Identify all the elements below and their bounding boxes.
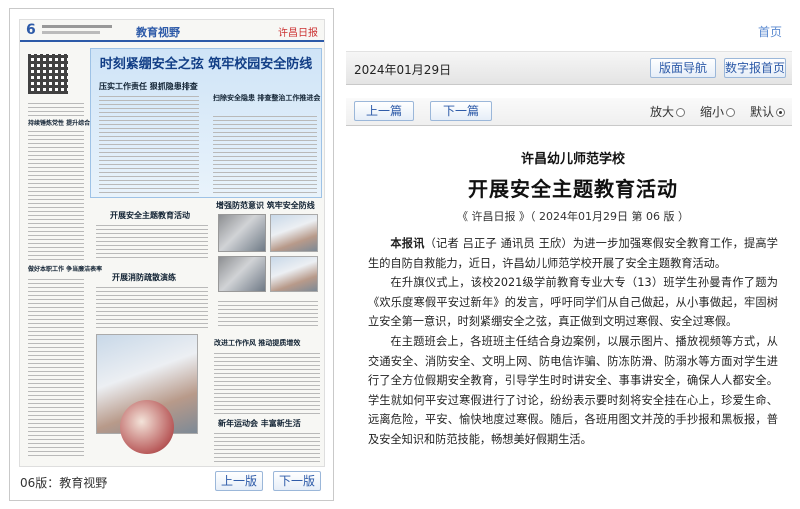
thumbnail-headline: 开展消防疏散演练: [112, 272, 176, 282]
thumbnail-photo: [120, 400, 174, 454]
text-block: [96, 286, 208, 328]
lead-label: 本报讯: [390, 237, 425, 250]
thumbnail-headline: 改进工作作风 推动提质增效: [214, 338, 301, 347]
radio-icon[interactable]: [776, 108, 786, 117]
layout-nav-button[interactable]: 版面导航: [650, 58, 716, 78]
article-source: 《 许昌日报 》（ 2024年01月29日 第 06 版 ）: [457, 210, 689, 223]
article-paragraph: 在主题班会上，各班班主任结合身边案例，以展示图片、播放视频等方式，从交通安全、消…: [368, 334, 778, 446]
newspaper-page-thumbnail[interactable]: 6 教育视野 许昌日报 持续锤炼党性 提升综合素质 做好本职工作 争当廉洁表率 …: [19, 19, 325, 467]
zoom-out-option[interactable]: 缩小: [700, 103, 736, 120]
text-block: [218, 298, 318, 326]
text-block: [96, 224, 208, 258]
radio-icon[interactable]: [726, 108, 736, 117]
paper-logo: 许昌日报: [278, 28, 318, 39]
text-block: [28, 276, 84, 456]
date-toolbar: 2024年01月29日 版面导航 数字报首页: [346, 51, 792, 85]
article-paragraph: 本报讯（记者 吕正子 通讯员 王欣）为进一步加强寒假安全教育工作，提高学生的自防…: [368, 234, 778, 273]
zoom-out-label: 缩小: [700, 105, 725, 119]
thumbnail-photo: [218, 256, 266, 292]
article-toolbar: 上一篇 下一篇 放大 缩小 默认: [346, 98, 792, 126]
zoom-default-label: 默认: [750, 105, 775, 119]
zoom-default-option[interactable]: 默认: [750, 103, 786, 120]
article-body: 本报讯（记者 吕正子 通讯员 王欣）为进一步加强寒假安全教育工作，提高学生的自防…: [368, 234, 778, 450]
paragraph-text: （记者 吕正子 通讯员 王欣）为进一步加强寒假安全教育工作，提高学生的自防自救能…: [368, 237, 778, 270]
thumbnail-masthead: 6 教育视野 许昌日报: [20, 20, 324, 42]
issue-date: 2024年01月29日: [354, 63, 452, 77]
thumbnail-banner: 时刻紧绷安全之弦 筑牢校园安全防线 压实工作责任 狠抓隐患排查 扫除安全隐患 排…: [90, 48, 322, 198]
thumbnail-photo: [218, 214, 266, 252]
thumbnail-headline: 压实工作责任 狠抓隐患排查: [99, 81, 198, 91]
article-kicker: 许昌幼儿师范学校: [520, 152, 625, 167]
masthead-line: [42, 31, 100, 34]
next-article-button[interactable]: 下一篇: [430, 101, 492, 121]
article-paragraph: 在升旗仪式上，该校2021级学前教育专业大专（13）班学生孙曼青作了题为《欢乐度…: [368, 276, 778, 329]
zoom-in-label: 放大: [650, 105, 675, 119]
page-panel: 6 教育视野 许昌日报 持续锤炼党性 提升综合素质 做好本职工作 争当廉洁表率 …: [9, 8, 334, 501]
thumbnail-headline: 开展安全主题教育活动: [110, 210, 190, 220]
text-block: [213, 115, 317, 193]
thumbnail-photo: [270, 256, 318, 292]
digital-home-button[interactable]: 数字报首页: [724, 58, 786, 78]
thumbnail-page-number: 6: [26, 22, 36, 38]
text-block: [28, 100, 84, 116]
thumbnail-headline: 做好本职工作 争当廉洁表率: [28, 266, 103, 273]
thumbnail-headline: 新年运动会 丰富新生活: [218, 418, 301, 428]
zoom-in-option[interactable]: 放大: [650, 103, 686, 120]
next-page-button[interactable]: 下一版: [273, 471, 321, 491]
prev-article-button[interactable]: 上一篇: [354, 101, 414, 121]
thumbnail-section-title: 教育视野: [136, 26, 180, 39]
qr-code-icon: [28, 54, 68, 94]
text-block: [214, 352, 320, 414]
home-link[interactable]: 首页: [758, 23, 782, 40]
prev-page-button[interactable]: 上一版: [215, 471, 263, 491]
radio-icon[interactable]: [676, 108, 686, 117]
thumbnail-photo: [270, 214, 318, 252]
text-block: [99, 95, 199, 193]
text-block: [214, 432, 320, 462]
thumbnail-headline: 扫除安全隐患 排查整治工作推进会: [213, 93, 321, 102]
current-page-label: 06版：教育视野: [20, 476, 108, 490]
thumbnail-banner-title: 时刻紧绷安全之弦 筑牢校园安全防线: [99, 57, 313, 72]
text-block: [28, 130, 84, 260]
article: 许昌幼儿师范学校 开展安全主题教育活动 《 许昌日报 》（ 2024年01月29…: [368, 148, 778, 450]
thumbnail-headline: 增强防范意识 筑牢安全防线: [216, 200, 315, 210]
article-title: 开展安全主题教育活动: [468, 177, 678, 201]
masthead-line: [42, 25, 112, 28]
